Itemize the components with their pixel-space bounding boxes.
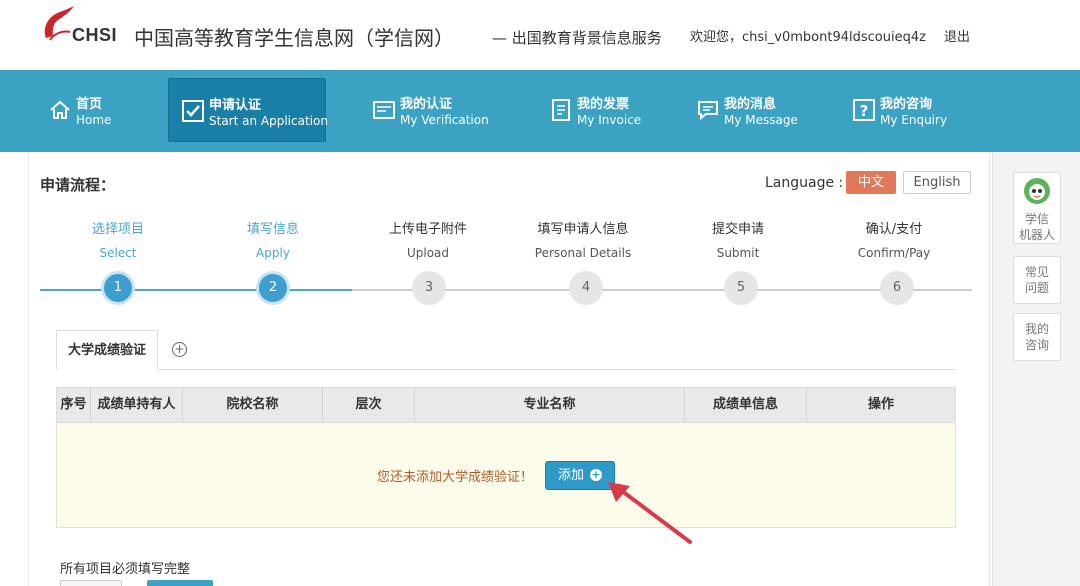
column-header: 专业名称	[415, 388, 685, 422]
step-select: 选择项目 Select	[53, 218, 183, 260]
arrow-annotation-icon	[608, 482, 692, 544]
logo-text: CHSI	[72, 25, 118, 45]
primary-button[interactable]	[147, 580, 213, 586]
nav-label-cn: 我的发票	[577, 97, 630, 112]
faq-button[interactable]: 常见 问题	[1013, 256, 1061, 304]
language-chinese-button[interactable]: 中文	[846, 171, 896, 194]
invoice-icon	[552, 99, 570, 121]
nav-label-cn: 我的认证	[400, 97, 453, 112]
process-title: 申请流程：	[40, 176, 116, 194]
checkbox-icon	[182, 100, 204, 122]
column-header: 操作	[867, 397, 894, 412]
nav-label-en: My Enquiry	[880, 113, 948, 127]
nav-item-enquiry[interactable]: ? 我的咨询 My Enquiry	[840, 78, 980, 142]
step-label-cn: 选择项目	[91, 222, 144, 237]
column-header: 层次	[323, 388, 415, 422]
column-header: 成绩单持有人	[91, 388, 183, 422]
my-enquiry-label: 我的 咨询	[1024, 322, 1049, 352]
nav-item-message[interactable]: 我的消息 My Message	[684, 78, 824, 142]
site-title: 中国高等教育学生信息网（学信网）	[134, 26, 454, 50]
nav-label-en: My Verification	[400, 113, 489, 127]
step-circle-5: 5	[724, 271, 758, 305]
step-label-en: Select	[99, 246, 137, 260]
svg-text:?: ?	[860, 102, 869, 120]
language-label: Language :	[765, 175, 844, 191]
home-icon	[50, 100, 70, 119]
robot-assistant-button[interactable]: 学信 机器人	[1013, 172, 1061, 244]
robot-label: 学信 机器人	[1018, 212, 1055, 242]
table-header: 序号 成绩单持有人 院校名称 层次 专业名称 成绩单信息 操作	[56, 387, 956, 423]
step-label-cn: 填写申请人信息	[537, 222, 629, 237]
step-label-cn: 填写信息	[246, 222, 299, 237]
tab-university-transcript[interactable]: 大学成绩验证	[56, 330, 158, 370]
step-submit: 提交申请 Submit	[673, 218, 803, 260]
faq-label: 常见 问题	[1024, 265, 1049, 295]
nav-item-home[interactable]: 首页 Home	[36, 78, 146, 142]
nav-label-cn: 我的消息	[724, 97, 777, 112]
step-label-en: Upload	[406, 246, 450, 260]
progress-line-done	[40, 289, 352, 291]
nav-label-cn: 申请认证	[209, 98, 262, 113]
step-confirm-pay: 确认/支付 Confirm/Pay	[829, 218, 959, 260]
step-label-en: Personal Details	[534, 246, 632, 260]
add-button-label: 添加	[558, 468, 585, 483]
step-circle-2: 2	[256, 271, 290, 305]
add-tab-icon[interactable]: +	[172, 342, 187, 357]
logout-link[interactable]: 退出	[944, 26, 970, 45]
column-header: 成绩单信息	[685, 388, 807, 422]
required-note: 所有项目必须填写完整	[60, 562, 191, 577]
nav-label-cn: 首页	[76, 97, 103, 112]
step-circle-1: 1	[101, 271, 135, 305]
site-subtitle: — 出国教育背景信息服务	[492, 29, 662, 47]
question-icon: ?	[853, 99, 875, 121]
robot-icon	[1024, 178, 1050, 204]
nav-label-en: Start an Application	[209, 114, 328, 128]
step-circle-6: 6	[880, 271, 914, 305]
step-label-en: Confirm/Pay	[857, 246, 931, 260]
nav-item-invoice[interactable]: 我的发票 My Invoice	[537, 78, 667, 142]
language-english-button[interactable]: English	[903, 171, 971, 194]
step-apply: 填写信息 Apply	[208, 218, 338, 260]
nav-item-application[interactable]: 申请认证 Start an Application	[168, 78, 328, 142]
step-label-cn: 提交申请	[711, 222, 764, 237]
step-upload: 上传电子附件 Upload	[363, 218, 493, 260]
empty-message: 您还未添加大学成绩验证！	[377, 470, 534, 485]
step-circle-4: 4	[569, 271, 603, 305]
step-label-en: Submit	[716, 246, 760, 260]
column-header: 院校名称	[183, 388, 323, 422]
main-nav: 首页 Home 申请认证 Start an Application 我的认证 M…	[0, 70, 1080, 152]
top-header: CHSI 中国高等教育学生信息网（学信网） — 出国教育背景信息服务 欢迎您，c…	[0, 0, 1080, 70]
nav-item-verification[interactable]: 我的认证 My Verification	[360, 78, 510, 142]
my-enquiry-button[interactable]: 我的 咨询	[1013, 313, 1061, 361]
step-label-en: Apply	[256, 246, 290, 260]
certificate-icon	[373, 101, 395, 119]
message-icon	[698, 101, 718, 121]
nav-label-en: My Invoice	[577, 113, 642, 127]
nav-label-en: Home	[76, 113, 112, 127]
step-circle-3: 3	[412, 271, 446, 305]
tab-divider	[56, 369, 956, 370]
step-personal-details: 填写申请人信息 Personal Details	[518, 218, 648, 260]
secondary-button[interactable]	[60, 580, 122, 586]
step-label-cn: 上传电子附件	[388, 222, 467, 237]
nav-label-en: My Message	[724, 113, 798, 127]
column-header: 序号	[57, 388, 91, 422]
welcome-text: 欢迎您，chsi_v0mbont94ldscouieq4z	[690, 30, 926, 45]
nav-label-cn: 我的咨询	[880, 97, 933, 112]
step-label-cn: 确认/支付	[865, 222, 923, 237]
